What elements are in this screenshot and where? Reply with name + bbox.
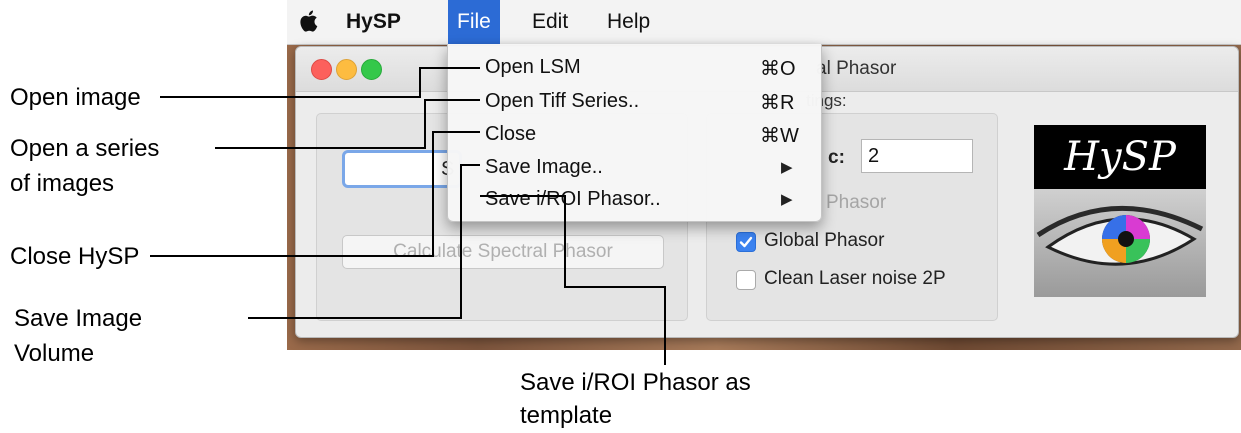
leader-close bbox=[150, 131, 480, 257]
leader-open-series bbox=[215, 99, 480, 149]
leader-save-phasor bbox=[480, 195, 666, 365]
annotation-save-phasor-2: template bbox=[520, 402, 613, 429]
annotation-save-image-1: Save Image bbox=[14, 305, 143, 332]
annotation-open-image: Open image bbox=[10, 84, 141, 111]
annotation-close-hysp: Close HySP bbox=[10, 243, 140, 270]
leader-save-image bbox=[248, 164, 480, 319]
annotation-open-series-2: of images bbox=[10, 170, 115, 197]
annotation-open-series-1: Open a series bbox=[10, 135, 160, 162]
annotation-save-image-2: Volume bbox=[14, 340, 95, 367]
leader-open-image bbox=[160, 67, 480, 98]
annotation-save-phasor-1: Save i/ROI Phasor as bbox=[520, 369, 751, 396]
